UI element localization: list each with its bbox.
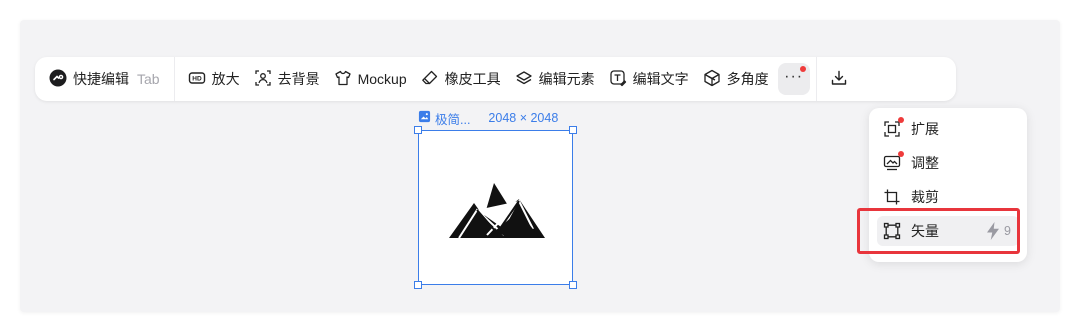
quick-edit-label: 快捷编辑 bbox=[73, 71, 129, 87]
selection-dimensions: 2048 × 2048 bbox=[488, 111, 559, 125]
download-button[interactable] bbox=[823, 63, 855, 95]
selected-image[interactable] bbox=[414, 126, 577, 289]
eraser-icon bbox=[421, 69, 439, 90]
adjust-icon bbox=[883, 151, 904, 172]
svg-text:HD: HD bbox=[192, 75, 202, 82]
menu-item-expand-label: 扩展 bbox=[911, 121, 939, 137]
quick-edit-icon bbox=[49, 69, 67, 90]
resize-handle-bottom-left[interactable] bbox=[414, 281, 422, 289]
notification-dot bbox=[898, 117, 904, 123]
layers-icon bbox=[515, 69, 533, 90]
expand-icon bbox=[883, 117, 904, 138]
edit-elements-button[interactable]: 编辑元素 bbox=[508, 63, 602, 95]
image-toolbar: 快捷编辑 Tab HD 放大 去背景 Mockup 橡皮工具 编辑元素 编辑文字… bbox=[35, 57, 956, 101]
notification-dot bbox=[898, 151, 904, 157]
selection-name: 极简... bbox=[435, 112, 471, 127]
remove-background-button[interactable]: 去背景 bbox=[247, 63, 327, 95]
resize-handle-top-right[interactable] bbox=[569, 126, 577, 134]
hd-icon: HD bbox=[188, 69, 206, 90]
edit-text-label: 编辑文字 bbox=[632, 71, 689, 87]
upscale-label: 放大 bbox=[211, 71, 240, 87]
mockup-button[interactable]: Mockup bbox=[327, 63, 414, 95]
upscale-button[interactable]: HD 放大 bbox=[181, 63, 247, 95]
download-icon bbox=[830, 69, 848, 90]
quick-edit-shortcut: Tab bbox=[137, 71, 160, 87]
remove-bg-icon bbox=[254, 69, 272, 90]
resize-handle-bottom-right[interactable] bbox=[569, 281, 577, 289]
eraser-button[interactable]: 橡皮工具 bbox=[414, 63, 508, 95]
multi-angle-label: 多角度 bbox=[726, 71, 769, 87]
notification-dot bbox=[799, 66, 806, 72]
tshirt-icon bbox=[334, 69, 352, 90]
multi-angle-button[interactable]: 多角度 bbox=[696, 63, 776, 95]
toolbar-divider bbox=[173, 57, 175, 101]
eraser-label: 橡皮工具 bbox=[444, 71, 501, 87]
menu-item-expand[interactable]: 扩展 bbox=[877, 114, 1019, 144]
crop-icon bbox=[883, 188, 901, 206]
menu-item-adjust[interactable]: 调整 bbox=[877, 148, 1019, 178]
quick-edit-button[interactable]: 快捷编辑 Tab bbox=[35, 63, 174, 95]
more-button[interactable]: ··· bbox=[777, 63, 810, 95]
highlight-box bbox=[857, 208, 1020, 254]
text-edit-icon bbox=[609, 69, 627, 90]
mountain-logo-image bbox=[449, 183, 545, 239]
image-file-icon bbox=[418, 110, 431, 126]
mockup-label: Mockup bbox=[357, 71, 407, 87]
edit-elements-label: 编辑元素 bbox=[538, 71, 595, 87]
menu-item-crop-label: 裁剪 bbox=[911, 189, 939, 205]
toolbar-divider bbox=[815, 57, 817, 101]
remove-background-label: 去背景 bbox=[277, 71, 320, 87]
cube-icon bbox=[703, 69, 721, 90]
selection-label: 极简... 2048 × 2048 bbox=[418, 110, 559, 127]
menu-item-adjust-label: 调整 bbox=[911, 155, 939, 171]
resize-handle-top-left[interactable] bbox=[414, 126, 422, 134]
edit-text-button[interactable]: 编辑文字 bbox=[602, 63, 696, 95]
